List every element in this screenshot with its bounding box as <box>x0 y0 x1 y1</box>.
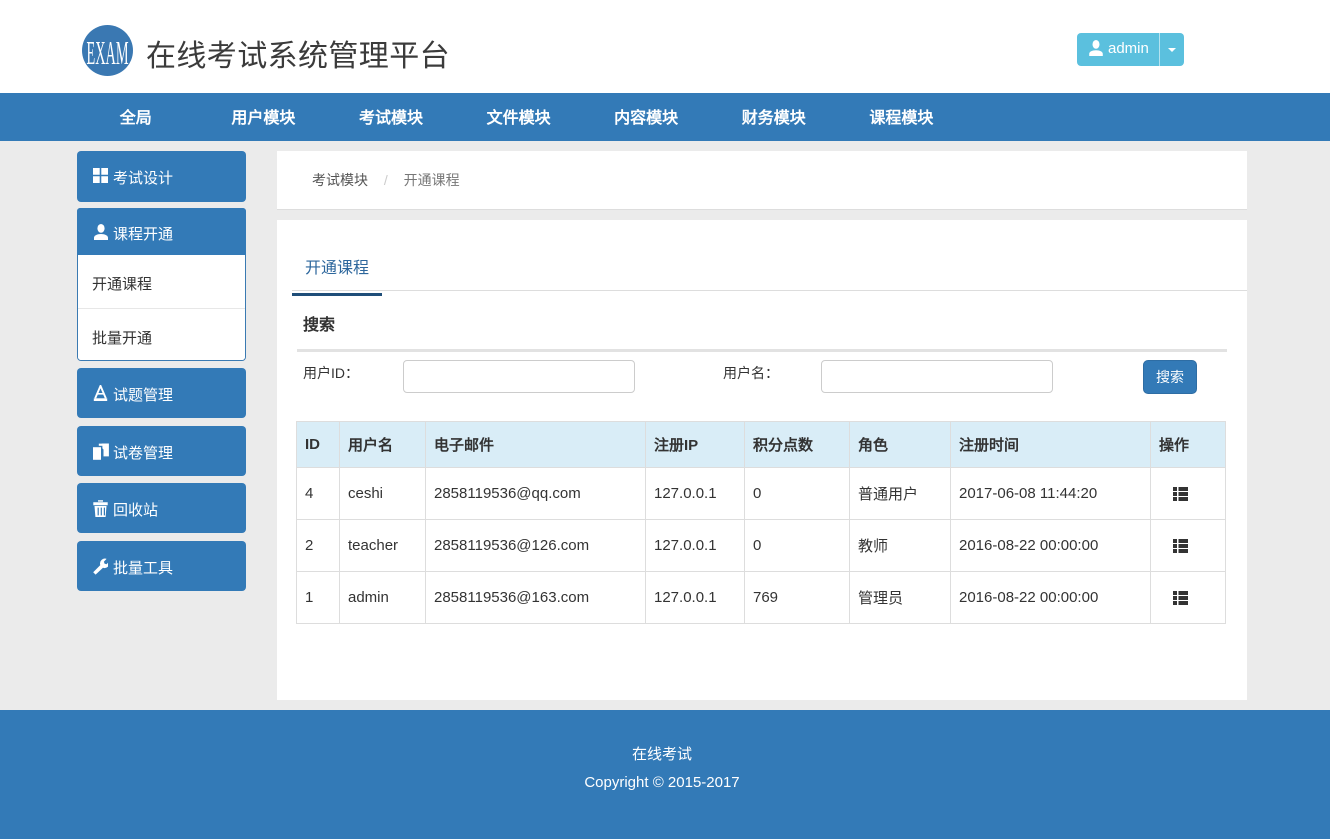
svg-text:EXAM: EXAM <box>86 34 128 72</box>
